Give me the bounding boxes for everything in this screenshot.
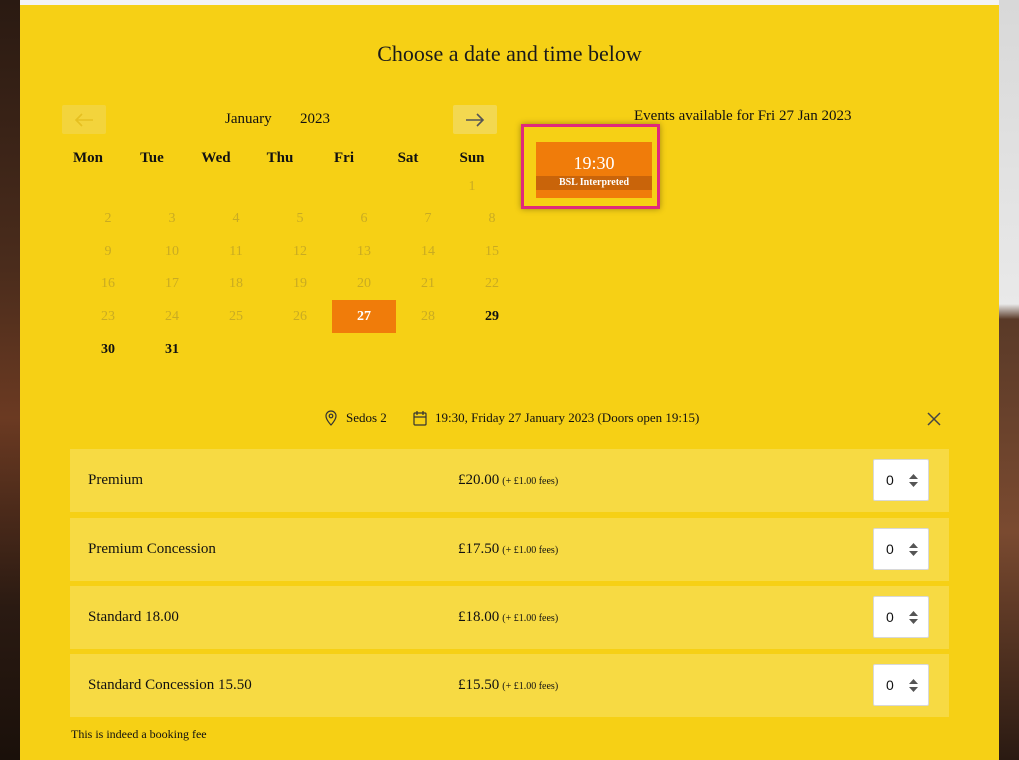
ticket-fee: (+ £1.00 fees) (502, 613, 559, 624)
calendar-day: 3 (168, 211, 176, 226)
calendar-day-available[interactable]: 29 (460, 300, 524, 333)
ticket-fee: (+ £1.00 fees) (502, 545, 559, 556)
datetime-info: 19:30, Friday 27 January 2023 (Doors ope… (413, 410, 699, 426)
calendar-day: 13 (357, 244, 371, 259)
quantity-value: 0 (886, 677, 894, 693)
calendar-day: 7 (424, 211, 432, 226)
ticket-price: £15.50 (+ £1.00 fees) (458, 654, 558, 718)
calendar-day-available[interactable]: 30 (76, 333, 140, 366)
ticket-name: Standard Concession 15.50 (88, 677, 252, 693)
arrow-left-icon (74, 112, 93, 127)
ticket-row: Premium £20.00 (+ £1.00 fees) 0 (70, 449, 949, 512)
chevron-updown-icon (909, 611, 918, 624)
calendar-day: 10 (165, 244, 179, 259)
weekday-label: Wed (201, 150, 231, 166)
calendar-day: 25 (229, 309, 243, 324)
calendar-day: 4 (232, 211, 240, 226)
ticket-name: Premium (88, 472, 143, 488)
quantity-select[interactable]: 0 (873, 664, 929, 706)
price-value: £18.00 (458, 609, 500, 625)
event-datetime: 19:30, Friday 27 January 2023 (Doors ope… (435, 410, 700, 425)
calendar-day: 9 (104, 244, 112, 259)
calendar-day: 17 (165, 276, 179, 291)
calendar-day: 2 (104, 211, 112, 226)
calendar-icon (413, 411, 427, 426)
calendar-day: 26 (293, 309, 307, 324)
calendar-day: 6 (360, 211, 368, 226)
background-left (0, 0, 20, 760)
event-slot-label: BSL Interpreted (536, 176, 652, 190)
ticket-row: Standard Concession 15.50 £15.50 (+ £1.00… (70, 654, 949, 717)
close-icon[interactable] (925, 410, 943, 428)
ticket-price: £17.50 (+ £1.00 fees) (458, 518, 558, 582)
page-title: Choose a date and time below (377, 41, 642, 66)
calendar-day: 24 (165, 309, 179, 324)
calendar-day: 14 (421, 244, 435, 259)
event-slot-time: 19:30 (573, 153, 615, 173)
quantity-value: 0 (886, 472, 894, 488)
calendar-day: 23 (101, 309, 115, 324)
calendar-day-selected[interactable]: 27 (332, 300, 396, 333)
booking-fee-note: This is indeed a booking fee (71, 727, 207, 741)
weekday-label: Sat (397, 150, 419, 166)
venue-name: Sedos 2 (346, 410, 387, 425)
calendar-day: 12 (293, 244, 307, 259)
ticket-name: Standard 18.00 (88, 609, 179, 625)
calendar-year: 2023 (300, 111, 330, 127)
calendar-day: 5 (296, 211, 304, 226)
price-value: £15.50 (458, 677, 500, 693)
next-month-button[interactable] (453, 105, 497, 134)
calendar-month: January (225, 111, 272, 127)
price-value: £20.00 (458, 472, 500, 488)
ticket-price: £20.00 (+ £1.00 fees) (458, 449, 558, 513)
weekday-label: Mon (73, 150, 103, 166)
calendar-day-available[interactable]: 31 (140, 333, 204, 366)
location-pin-icon (325, 410, 337, 426)
calendar-day: 28 (421, 309, 435, 324)
calendar-day: 15 (485, 244, 499, 259)
chevron-updown-icon (909, 474, 918, 487)
chevron-updown-icon (909, 679, 918, 692)
calendar-day: 16 (101, 276, 115, 291)
background-right (999, 0, 1019, 760)
event-slot-button[interactable]: 19:30 BSL Interpreted (536, 142, 652, 198)
arrow-right-icon (466, 112, 485, 127)
venue-info: Sedos 2 (324, 410, 387, 426)
calendar-day: 18 (229, 276, 243, 291)
weekday-label: Fri (334, 150, 354, 166)
weekday-label: Thu (266, 150, 294, 166)
ticket-fee: (+ £1.00 fees) (502, 681, 559, 692)
calendar-day: 11 (229, 244, 243, 259)
calendar-day: 22 (485, 276, 499, 291)
calendar-day: 8 (488, 211, 496, 226)
quantity-value: 0 (886, 609, 894, 625)
weekday-label: Sun (459, 150, 485, 166)
ticket-name: Premium Concession (88, 541, 216, 557)
price-value: £17.50 (458, 541, 500, 557)
booking-panel: Choose a date and time below January 202… (20, 5, 999, 760)
quantity-select[interactable]: 0 (873, 528, 929, 570)
calendar-day: 20 (357, 276, 371, 291)
calendar-day: 19 (293, 276, 307, 291)
quantity-value: 0 (886, 541, 894, 557)
prev-month-button[interactable] (62, 105, 106, 134)
quantity-select[interactable]: 0 (873, 596, 929, 638)
events-title: Events available for Fri 27 Jan 2023 (634, 108, 852, 124)
ticket-row: Standard 18.00 £18.00 (+ £1.00 fees) 0 (70, 586, 949, 649)
ticket-price: £18.00 (+ £1.00 fees) (458, 586, 558, 650)
ticket-fee: (+ £1.00 fees) (502, 476, 559, 487)
calendar-day: 1 (468, 179, 476, 194)
ticket-row: Premium Concession £17.50 (+ £1.00 fees) … (70, 518, 949, 581)
chevron-updown-icon (909, 543, 918, 556)
calendar-day: 21 (421, 276, 435, 291)
weekday-label: Tue (140, 150, 164, 166)
quantity-select[interactable]: 0 (873, 459, 929, 501)
